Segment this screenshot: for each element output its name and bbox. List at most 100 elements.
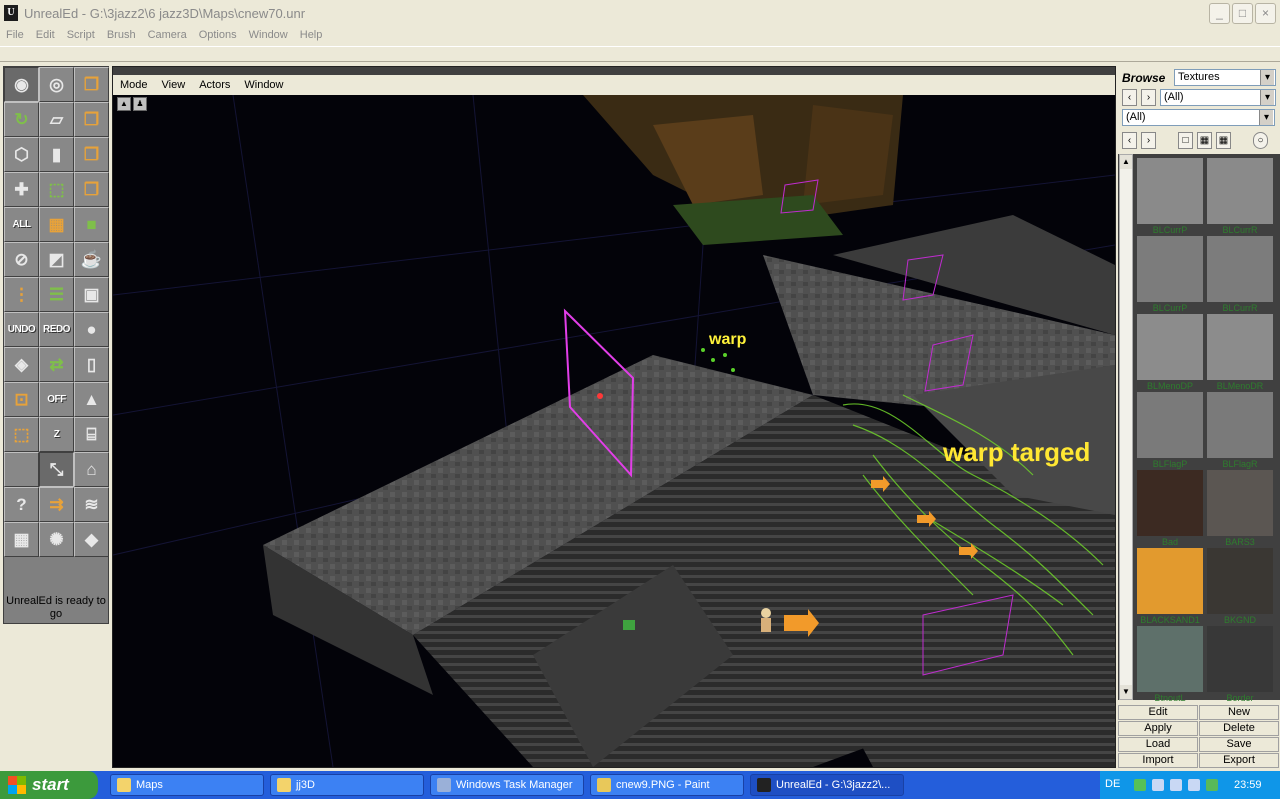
view-small-button[interactable]: ▦ xyxy=(1216,132,1231,149)
flip-tool[interactable]: ⇄ xyxy=(39,347,74,382)
group-prev-button[interactable]: ‹ xyxy=(1122,132,1137,149)
task-jj3d[interactable]: jj3D xyxy=(270,774,424,796)
start-button[interactable]: start xyxy=(0,771,98,799)
volume-icon[interactable] xyxy=(1188,779,1200,791)
transform-tool[interactable]: ⇉ xyxy=(39,487,74,522)
texture-scrollbar[interactable]: ▲ ▼ xyxy=(1119,154,1133,700)
texture-list[interactable]: ▲ ▼ BLCurrP BLCurrR BLCurrP BLCurrR BLMe… xyxy=(1118,154,1280,703)
cylinder-brush-tool[interactable]: ▯ xyxy=(74,347,109,382)
select-all-tool[interactable]: ALL xyxy=(4,207,39,242)
texture-tile[interactable]: BLCurrP xyxy=(1137,158,1203,235)
cube-tool[interactable]: ⬡ xyxy=(4,137,39,172)
viewport-menu-window[interactable]: Window xyxy=(244,79,283,91)
viewport-actor-button[interactable]: ♟ xyxy=(133,97,147,111)
texture-tile[interactable]: BLACKSAND1 xyxy=(1137,548,1203,625)
camera-move-tool[interactable]: ◉ xyxy=(4,67,39,102)
texture-tool[interactable]: ❐ xyxy=(74,102,109,137)
export-button[interactable]: Export xyxy=(1199,753,1279,768)
deselect-tool[interactable]: ⊘ xyxy=(4,242,39,277)
3d-viewport[interactable]: ▲ ♟ warp warp targed xyxy=(113,95,1115,767)
viewport-menu-mode[interactable]: Mode xyxy=(120,79,148,91)
browser-type-select[interactable]: Textures xyxy=(1174,69,1276,86)
scroll-down-arrow-icon[interactable]: ▼ xyxy=(1120,685,1132,699)
viewport-menu-view[interactable]: View xyxy=(162,79,186,91)
apply-button[interactable]: Apply xyxy=(1118,721,1198,736)
scale-tool[interactable]: ▱ xyxy=(39,102,74,137)
menu-brush[interactable]: Brush xyxy=(107,29,136,41)
selection-tool[interactable]: ⬚ xyxy=(39,172,74,207)
sheet-brush-tool[interactable]: ◆ xyxy=(74,522,109,557)
delete-button[interactable]: Delete xyxy=(1199,721,1279,736)
vertex-tool[interactable]: ✚ xyxy=(4,172,39,207)
rotate-tool[interactable]: ↻ xyxy=(4,102,39,137)
unrealed-app-icon[interactable]: U xyxy=(4,5,18,21)
clock[interactable]: 23:59 xyxy=(1234,779,1262,791)
maximize-button[interactable]: □ xyxy=(1232,3,1253,24)
close-button[interactable]: × xyxy=(1255,3,1276,24)
texture-tile[interactable]: BLCurrR xyxy=(1207,236,1273,313)
redo-tool[interactable]: REDO xyxy=(39,312,74,347)
texture-tile[interactable]: Bad xyxy=(1137,470,1203,547)
spiral-stairs-tool[interactable]: ⌂ xyxy=(74,452,109,487)
viewport-menu-actors[interactable]: Actors xyxy=(199,79,230,91)
stairs-brush-tool[interactable]: ⌸ xyxy=(74,417,109,452)
z-tool[interactable]: Z xyxy=(39,417,74,452)
view-sphere-button[interactable]: ○ xyxy=(1253,132,1268,149)
menu-help[interactable]: Help xyxy=(300,29,323,41)
menu-edit[interactable]: Edit xyxy=(36,29,55,41)
task-task-manager[interactable]: Windows Task Manager xyxy=(430,774,584,796)
undo-tool[interactable]: UNDO xyxy=(4,312,39,347)
monitor-icon[interactable] xyxy=(1170,779,1182,791)
terrain-tool[interactable]: ✺ xyxy=(39,522,74,557)
invert-selection-tool[interactable]: ◩ xyxy=(39,242,74,277)
texture-tile[interactable]: BLFlagR xyxy=(1207,392,1273,469)
security-icon[interactable] xyxy=(1206,779,1218,791)
new-button[interactable]: New xyxy=(1199,705,1279,720)
list-tool[interactable]: ☰ xyxy=(39,277,74,312)
help-tool[interactable]: ? xyxy=(4,487,39,522)
texture-tile[interactable]: BARS3 xyxy=(1207,470,1273,547)
scroll-up-arrow-icon[interactable]: ▲ xyxy=(1120,155,1132,169)
brush-order-tool[interactable]: ❐ xyxy=(74,172,109,207)
load-button[interactable]: Load xyxy=(1118,737,1198,752)
cone-brush-tool[interactable]: ▲ xyxy=(74,382,109,417)
menu-script[interactable]: Script xyxy=(67,29,95,41)
mirror-tool[interactable]: ◈ xyxy=(4,347,39,382)
brush-clip-tool[interactable]: ❐ xyxy=(74,67,109,102)
group-next-button[interactable]: › xyxy=(1141,132,1156,149)
path-tool[interactable]: ⤡ xyxy=(39,452,74,487)
package-select[interactable]: (All) xyxy=(1160,89,1276,106)
texture-tile[interactable]: BLFlagP xyxy=(1137,392,1203,469)
grid-tool[interactable]: ▦ xyxy=(4,522,39,557)
cube-brush-tool[interactable]: ▣ xyxy=(74,277,109,312)
package-next-button[interactable]: › xyxy=(1141,89,1156,106)
keyboard-icon[interactable] xyxy=(1152,779,1164,791)
menu-window[interactable]: Window xyxy=(249,29,288,41)
curved-stairs-tool[interactable]: ≋ xyxy=(74,487,109,522)
save-button[interactable]: Save xyxy=(1199,737,1279,752)
texture-tile[interactable]: BKGND xyxy=(1207,548,1273,625)
package-prev-button[interactable]: ‹ xyxy=(1122,89,1137,106)
snap-tool[interactable]: ⊡ xyxy=(4,382,39,417)
texture-tile[interactable]: BLMenoDR xyxy=(1207,314,1273,391)
import-button[interactable]: Import xyxy=(1118,753,1198,768)
green-square-tool[interactable]: ■ xyxy=(74,207,109,242)
view-medium-button[interactable]: ▦ xyxy=(1197,132,1212,149)
texture-tile[interactable]: BtnoutL xyxy=(1137,626,1203,703)
task-paint[interactable]: cnew9.PNG - Paint xyxy=(590,774,744,796)
off-tool[interactable]: OFF xyxy=(39,382,74,417)
edit-button[interactable]: Edit xyxy=(1118,705,1198,720)
task-maps[interactable]: Maps xyxy=(110,774,264,796)
texture-tile[interactable]: BLMenoDP xyxy=(1137,314,1203,391)
menu-options[interactable]: Options xyxy=(199,29,237,41)
texture-tile[interactable]: BLCurrP xyxy=(1137,236,1203,313)
network-icon[interactable] xyxy=(1134,779,1146,791)
menu-file[interactable]: File xyxy=(6,29,24,41)
texture-tile[interactable]: Border xyxy=(1207,626,1273,703)
group-select[interactable]: (All) xyxy=(1122,109,1275,126)
select-grid-tool[interactable]: ▦ xyxy=(39,207,74,242)
camera-zoom-tool[interactable]: ◎ xyxy=(39,67,74,102)
connections-tool[interactable]: ⋮ xyxy=(4,277,39,312)
texture-tile[interactable]: BLCurrR xyxy=(1207,158,1273,235)
viewport-realtime-button[interactable]: ▲ xyxy=(117,97,131,111)
